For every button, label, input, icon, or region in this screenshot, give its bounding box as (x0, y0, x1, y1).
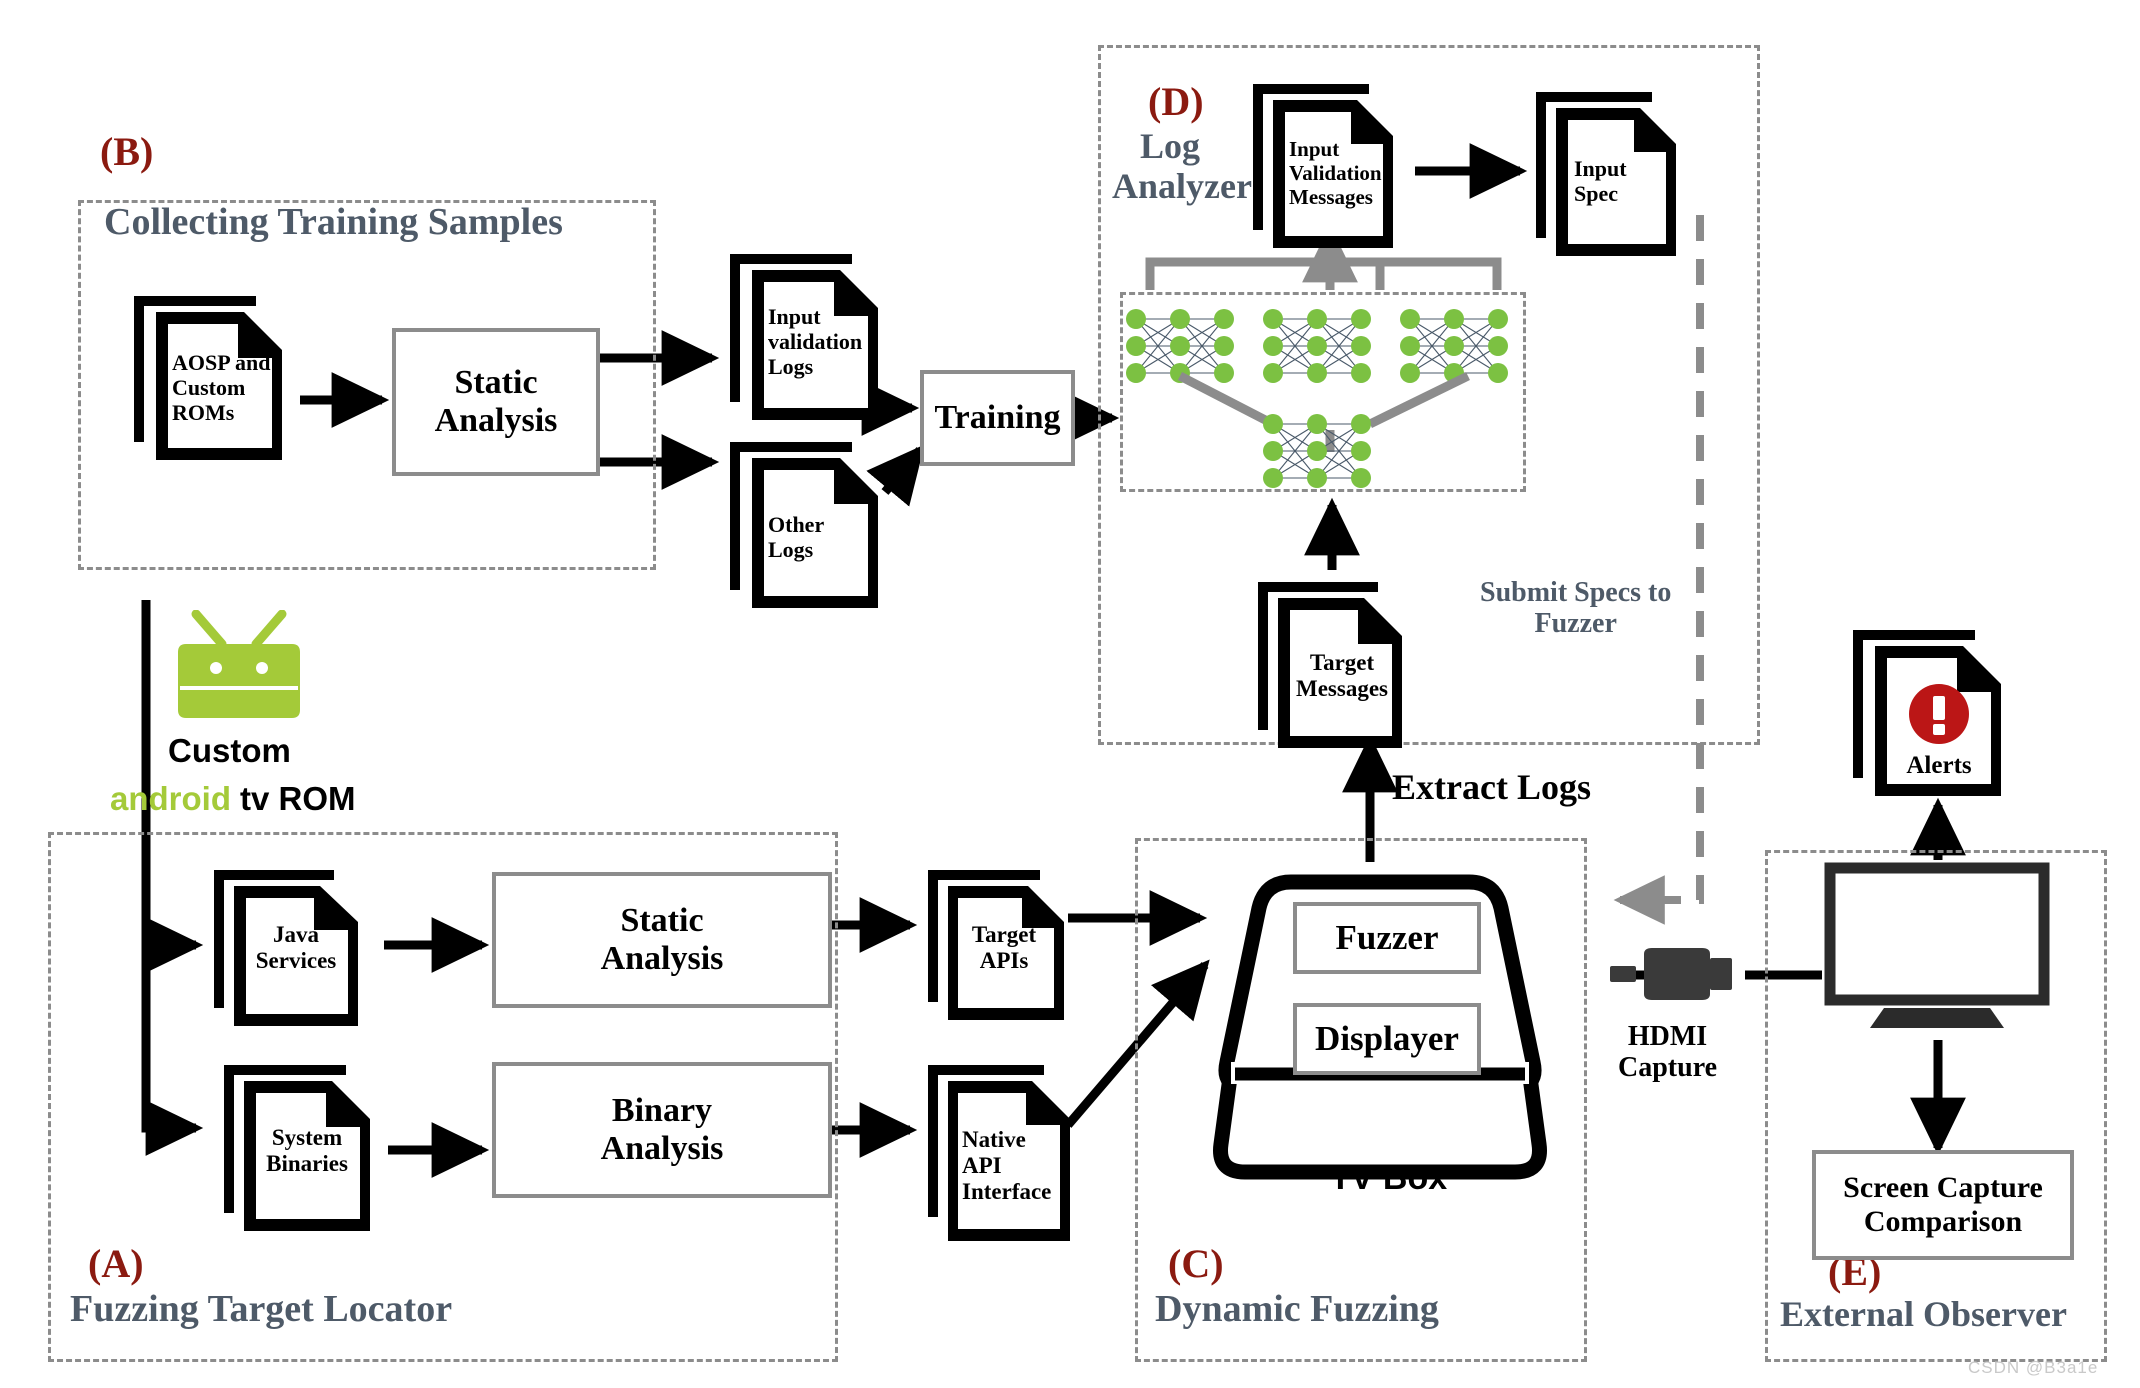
doc-alerts-label: Alerts (1906, 752, 1972, 779)
doc-input-validation-logs: Input validation Logs (722, 240, 902, 432)
group-d-title-line2: Analyzer (1112, 166, 1252, 206)
doc-target-messages: Target Messages (1250, 570, 1426, 762)
android-logo-android-label: android (110, 780, 231, 817)
doc-target-apis-label: Target APIs (971, 922, 1037, 974)
android-tv-logo: Custom android tv ROM (110, 609, 370, 817)
group-e-title: External Observer (1780, 1294, 2067, 1334)
box-static-analysis-b: Static Analysis (392, 328, 600, 476)
box-static-analysis-a: Static Analysis (492, 872, 832, 1008)
doc-native-api-interface-label: Native API Interface (962, 1127, 1052, 1205)
neural-network-graphic (1126, 309, 1508, 488)
label-hdmi-capture: HDMI Capture (1618, 1021, 1718, 1083)
doc-input-spec-label: Input Spec (1574, 156, 1627, 207)
label-tv-box: TV Box (1330, 1159, 1448, 1197)
group-d-letter: (D) (1148, 79, 1204, 124)
group-a-letter: (A) (88, 1241, 144, 1286)
monitor-icon (1824, 862, 2050, 1028)
doc-system-binaries-label: System Binaries (266, 1125, 348, 1177)
hdmi-connector-icon (1610, 948, 1732, 1000)
doc-input-validation-messages-label: Input Validation Messages (1289, 137, 1382, 209)
box-displayer: Displayer (1293, 1003, 1481, 1075)
android-logo-custom-label: Custom (168, 732, 291, 769)
architecture-diagram: (B) Collecting Training Samples (D) Log … (0, 0, 2140, 1388)
alert-exclamation-icon (1909, 684, 1969, 744)
doc-input-validation-messages: Input Validation Messages (1245, 72, 1415, 262)
box-training: Training (920, 370, 1075, 466)
doc-input-spec: Input Spec (1528, 80, 1698, 270)
android-logo-tv-rom-label: tv ROM (240, 780, 356, 817)
doc-aosp-custom-roms-label: AOSP and Custom ROMs (172, 350, 271, 426)
doc-target-messages-label: Target Messages (1296, 650, 1388, 702)
doc-aosp-custom-roms: AOSP and Custom ROMs (126, 282, 306, 472)
doc-target-apis: Target APIs (920, 860, 1084, 1032)
group-a-title: Fuzzing Target Locator (70, 1288, 453, 1330)
group-c-title: Dynamic Fuzzing (1155, 1288, 1439, 1330)
doc-java-services: Java Services (206, 860, 382, 1038)
doc-native-api-interface: Native API Interface (920, 1055, 1092, 1253)
doc-input-validation-logs-label: Input validation Logs (768, 304, 863, 380)
doc-java-services-label: Java Services (255, 922, 337, 974)
doc-other-logs-label: Other Logs (768, 512, 825, 563)
group-d-title-line1: Log (1140, 126, 1201, 166)
watermark: CSDN @B3a1e (1968, 1358, 2099, 1377)
group-b-letter: (B) (100, 129, 154, 174)
box-fuzzer: Fuzzer (1293, 902, 1481, 974)
doc-system-binaries: System Binaries (216, 1055, 396, 1243)
label-submit-specs-to-fuzzer: Submit Specs to Fuzzer (1480, 577, 1672, 639)
box-screen-capture-comparison: Screen Capture Comparison (1812, 1150, 2074, 1260)
doc-other-logs: Other Logs (722, 428, 902, 620)
doc-alerts: Alerts (1845, 618, 2030, 808)
group-b-title: Collecting Training Samples (104, 201, 563, 243)
box-binary-analysis: Binary Analysis (492, 1062, 832, 1198)
group-c-letter: (C) (1168, 1241, 1224, 1286)
label-extract-logs: Extract Logs (1392, 767, 1591, 807)
android-robot-icon (178, 609, 300, 718)
